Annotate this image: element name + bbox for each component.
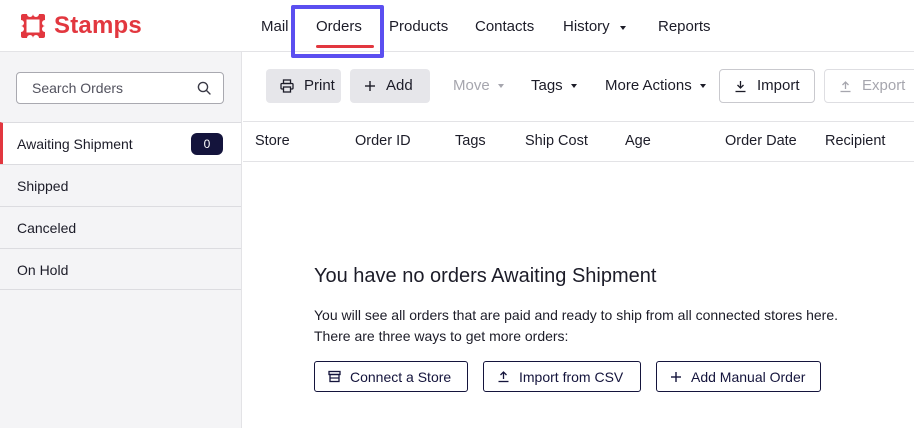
add-manual-order-button[interactable]: Add Manual Order xyxy=(656,361,821,392)
column-header-recipient[interactable]: Recipient xyxy=(825,133,885,149)
sidebar-item-shipped[interactable]: Shipped xyxy=(0,164,241,206)
nav-item-contacts[interactable]: Contacts xyxy=(475,17,534,37)
column-header-age[interactable]: Age xyxy=(625,133,651,149)
empty-state-description: You will see all orders that are paid an… xyxy=(314,307,839,323)
add-manual-order-label: Add Manual Order xyxy=(691,368,806,385)
search-input[interactable] xyxy=(17,73,197,103)
sidebar-item-awaiting-shipment[interactable]: Awaiting Shipment 0 xyxy=(0,122,241,164)
nav-item-history[interactable]: History xyxy=(563,17,626,37)
import-csv-button[interactable]: Import from CSV xyxy=(483,361,641,392)
store-icon xyxy=(328,370,341,383)
column-header-ship-cost[interactable]: Ship Cost xyxy=(525,133,588,149)
count-badge: 0 xyxy=(191,133,223,155)
stamp-frame-icon xyxy=(20,13,46,39)
nav-item-history-label: History xyxy=(563,18,610,35)
nav-item-products[interactable]: Products xyxy=(389,17,448,37)
chevron-down-icon xyxy=(699,84,706,88)
order-status-list: Awaiting Shipment 0 Shipped Canceled On … xyxy=(0,122,241,290)
print-button[interactable]: Print xyxy=(266,69,341,103)
import-button[interactable]: Import xyxy=(719,69,815,103)
print-label: Print xyxy=(304,77,335,94)
more-actions-dropdown[interactable]: More Actions xyxy=(591,69,720,103)
orders-table-header: Store Order ID Tags Ship Cost Age Order … xyxy=(243,122,914,162)
orders-toolbar: Print Add Move Tags More Actions Import … xyxy=(243,52,914,122)
move-label: Move xyxy=(453,77,490,94)
add-button[interactable]: Add xyxy=(350,69,430,103)
printer-icon xyxy=(280,79,294,93)
column-header-store[interactable]: Store xyxy=(255,133,290,149)
sidebar-item-label: Awaiting Shipment xyxy=(17,136,133,152)
brand-name: Stamps xyxy=(54,12,142,39)
search-icon[interactable] xyxy=(197,81,211,95)
import-label: Import xyxy=(757,77,800,94)
connect-store-button[interactable]: Connect a Store xyxy=(314,361,468,392)
export-button[interactable]: Export xyxy=(824,69,914,103)
chevron-down-icon xyxy=(570,84,577,88)
upload-icon xyxy=(497,370,510,383)
nav-item-reports[interactable]: Reports xyxy=(658,17,711,37)
export-label: Export xyxy=(862,77,906,94)
tags-label: Tags xyxy=(531,77,563,94)
connect-store-label: Connect a Store xyxy=(350,368,452,385)
download-icon xyxy=(734,80,747,93)
sidebar-item-label: Canceled xyxy=(17,220,77,236)
upload-icon xyxy=(839,80,852,93)
tags-dropdown[interactable]: Tags xyxy=(517,69,591,103)
nav-item-mail[interactable]: Mail xyxy=(261,17,289,37)
chevron-down-icon xyxy=(619,25,626,30)
sidebar: Awaiting Shipment 0 Shipped Canceled On … xyxy=(0,52,242,428)
search-box xyxy=(16,72,224,104)
add-label: Add xyxy=(386,77,413,94)
stamps-logo[interactable]: Stamps xyxy=(20,12,142,40)
top-navigation-bar: Stamps Mail Orders Products Contacts His… xyxy=(0,0,914,52)
plus-icon xyxy=(670,371,682,383)
import-csv-label: Import from CSV xyxy=(519,368,624,385)
column-header-tags[interactable]: Tags xyxy=(455,133,486,149)
empty-state-title: You have no orders Awaiting Shipment xyxy=(314,265,657,287)
highlight-box xyxy=(291,5,384,58)
sidebar-item-label: Shipped xyxy=(17,178,69,194)
plus-icon xyxy=(364,80,376,92)
empty-state-instructions: There are three ways to get more orders: xyxy=(314,328,569,344)
sidebar-item-canceled[interactable]: Canceled xyxy=(0,206,241,248)
move-dropdown[interactable]: Move xyxy=(439,69,518,103)
chevron-down-icon xyxy=(497,84,504,88)
sidebar-item-label: On Hold xyxy=(17,262,69,278)
sidebar-item-on-hold[interactable]: On Hold xyxy=(0,248,241,290)
column-header-order-id[interactable]: Order ID xyxy=(355,133,411,149)
column-header-order-date[interactable]: Order Date xyxy=(725,133,797,149)
more-actions-label: More Actions xyxy=(605,77,692,94)
